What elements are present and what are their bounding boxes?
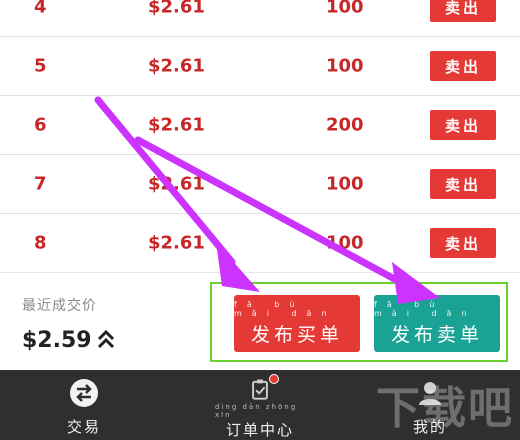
sell-button[interactable]: 卖出 xyxy=(430,169,496,199)
row-index: 5 xyxy=(34,55,47,77)
chevron-double-up-icon[interactable] xyxy=(96,327,116,351)
last-price-label: 最近成交价 xyxy=(22,298,97,314)
row-quantity: 100 xyxy=(326,173,364,195)
list-row: 6 $2.61 200 卖出 xyxy=(0,96,520,155)
sell-button[interactable]: 卖出 xyxy=(430,0,496,22)
row-index: 6 xyxy=(34,114,47,136)
row-index: 8 xyxy=(34,232,47,254)
tab-orders[interactable]: dìng dān zhōng xīn 订单中心 xyxy=(215,370,305,440)
row-price: $2.61 xyxy=(148,0,205,18)
notification-dot xyxy=(269,374,279,384)
row-quantity: 100 xyxy=(326,232,364,254)
publish-buy-order-button[interactable]: fā bù mǎi dān 发布买单 xyxy=(234,295,360,352)
row-price: $2.61 xyxy=(148,55,205,77)
row-quantity: 100 xyxy=(326,0,364,18)
row-quantity: 200 xyxy=(326,114,364,136)
sell-button[interactable]: 卖出 xyxy=(430,228,496,258)
swap-arrows-icon xyxy=(70,379,98,407)
watermark: 下载吧 xyxy=(376,383,514,434)
tab-trade-label: 交易 xyxy=(66,418,101,436)
row-price: $2.61 xyxy=(148,173,205,195)
tab-orders-label: 订单中心 xyxy=(225,421,294,439)
list-row: 7 $2.61 100 卖出 xyxy=(0,155,520,214)
last-price-value: $2.59 xyxy=(22,328,92,353)
row-index: 4 xyxy=(34,0,47,18)
tab-trade[interactable]: 交易 xyxy=(44,370,124,440)
sell-button[interactable]: 卖出 xyxy=(430,51,496,81)
order-list: 4 $2.61 100 卖出 5 $2.61 100 卖出 6 $2.61 20… xyxy=(0,0,520,272)
row-index: 7 xyxy=(34,173,47,195)
publish-buy-label: 发布买单 xyxy=(250,324,343,346)
tab-orders-pinyin: dìng dān zhōng xīn xyxy=(215,403,298,419)
list-row: 8 $2.61 100 卖出 xyxy=(0,214,520,272)
publish-buy-pinyin: fā bù mǎi dān xyxy=(234,300,337,318)
row-quantity: 100 xyxy=(326,55,364,77)
list-row: 5 $2.61 100 卖出 xyxy=(0,37,520,96)
publish-sell-label: 发布卖单 xyxy=(390,324,483,346)
highlight-frame: fā bù mǎi dān 发布买单 fā bù mài dān 发布卖单 xyxy=(210,282,508,362)
row-price: $2.61 xyxy=(148,232,205,254)
list-row: 4 $2.61 100 卖出 xyxy=(0,0,520,37)
row-price: $2.61 xyxy=(148,114,205,136)
sell-button[interactable]: 卖出 xyxy=(430,110,496,140)
publish-sell-order-button[interactable]: fā bù mài dān 发布卖单 xyxy=(374,295,500,352)
publish-sell-pinyin: fā bù mài dān xyxy=(374,300,477,318)
